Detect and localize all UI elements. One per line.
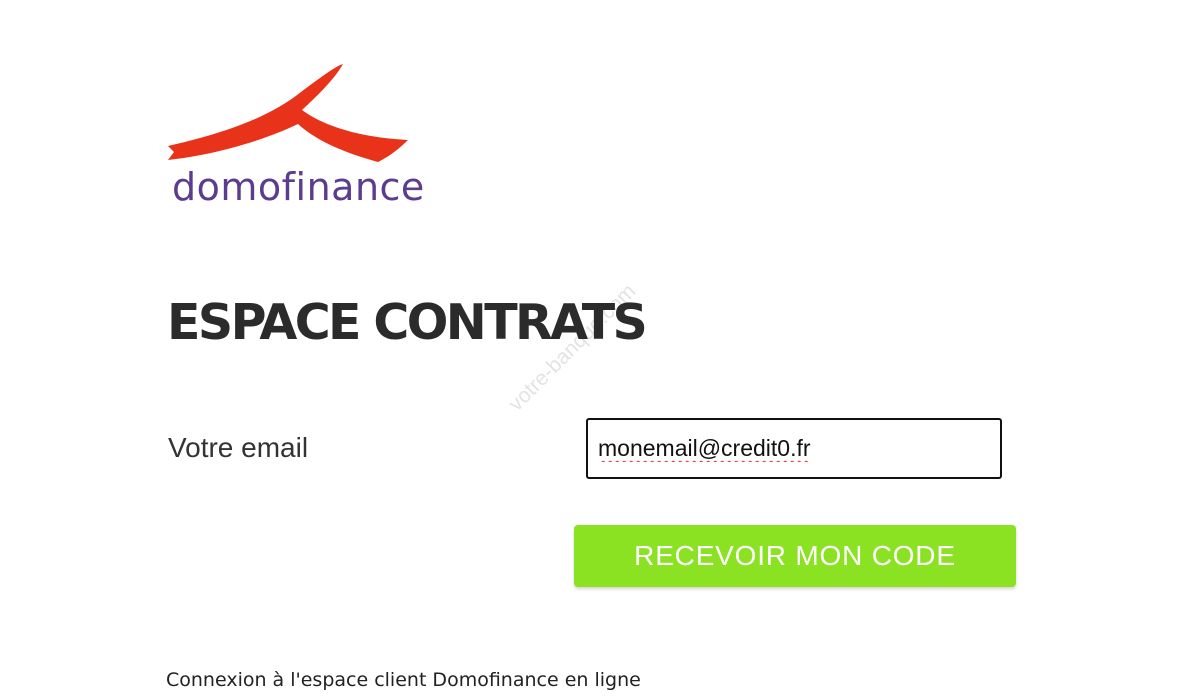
page-title: ESPACE CONTRATS <box>167 294 648 351</box>
domofinance-logo: domofinance <box>166 62 424 212</box>
footer-description: Connexion à l'espace client Domofinance … <box>166 669 641 691</box>
email-input[interactable] <box>586 418 1002 479</box>
logo-wordmark: domofinance <box>172 165 425 209</box>
email-label: Votre email <box>168 432 309 463</box>
receive-code-button[interactable]: RECEVOIR MON CODE <box>574 525 1016 587</box>
swoosh-logo-icon <box>168 64 408 162</box>
